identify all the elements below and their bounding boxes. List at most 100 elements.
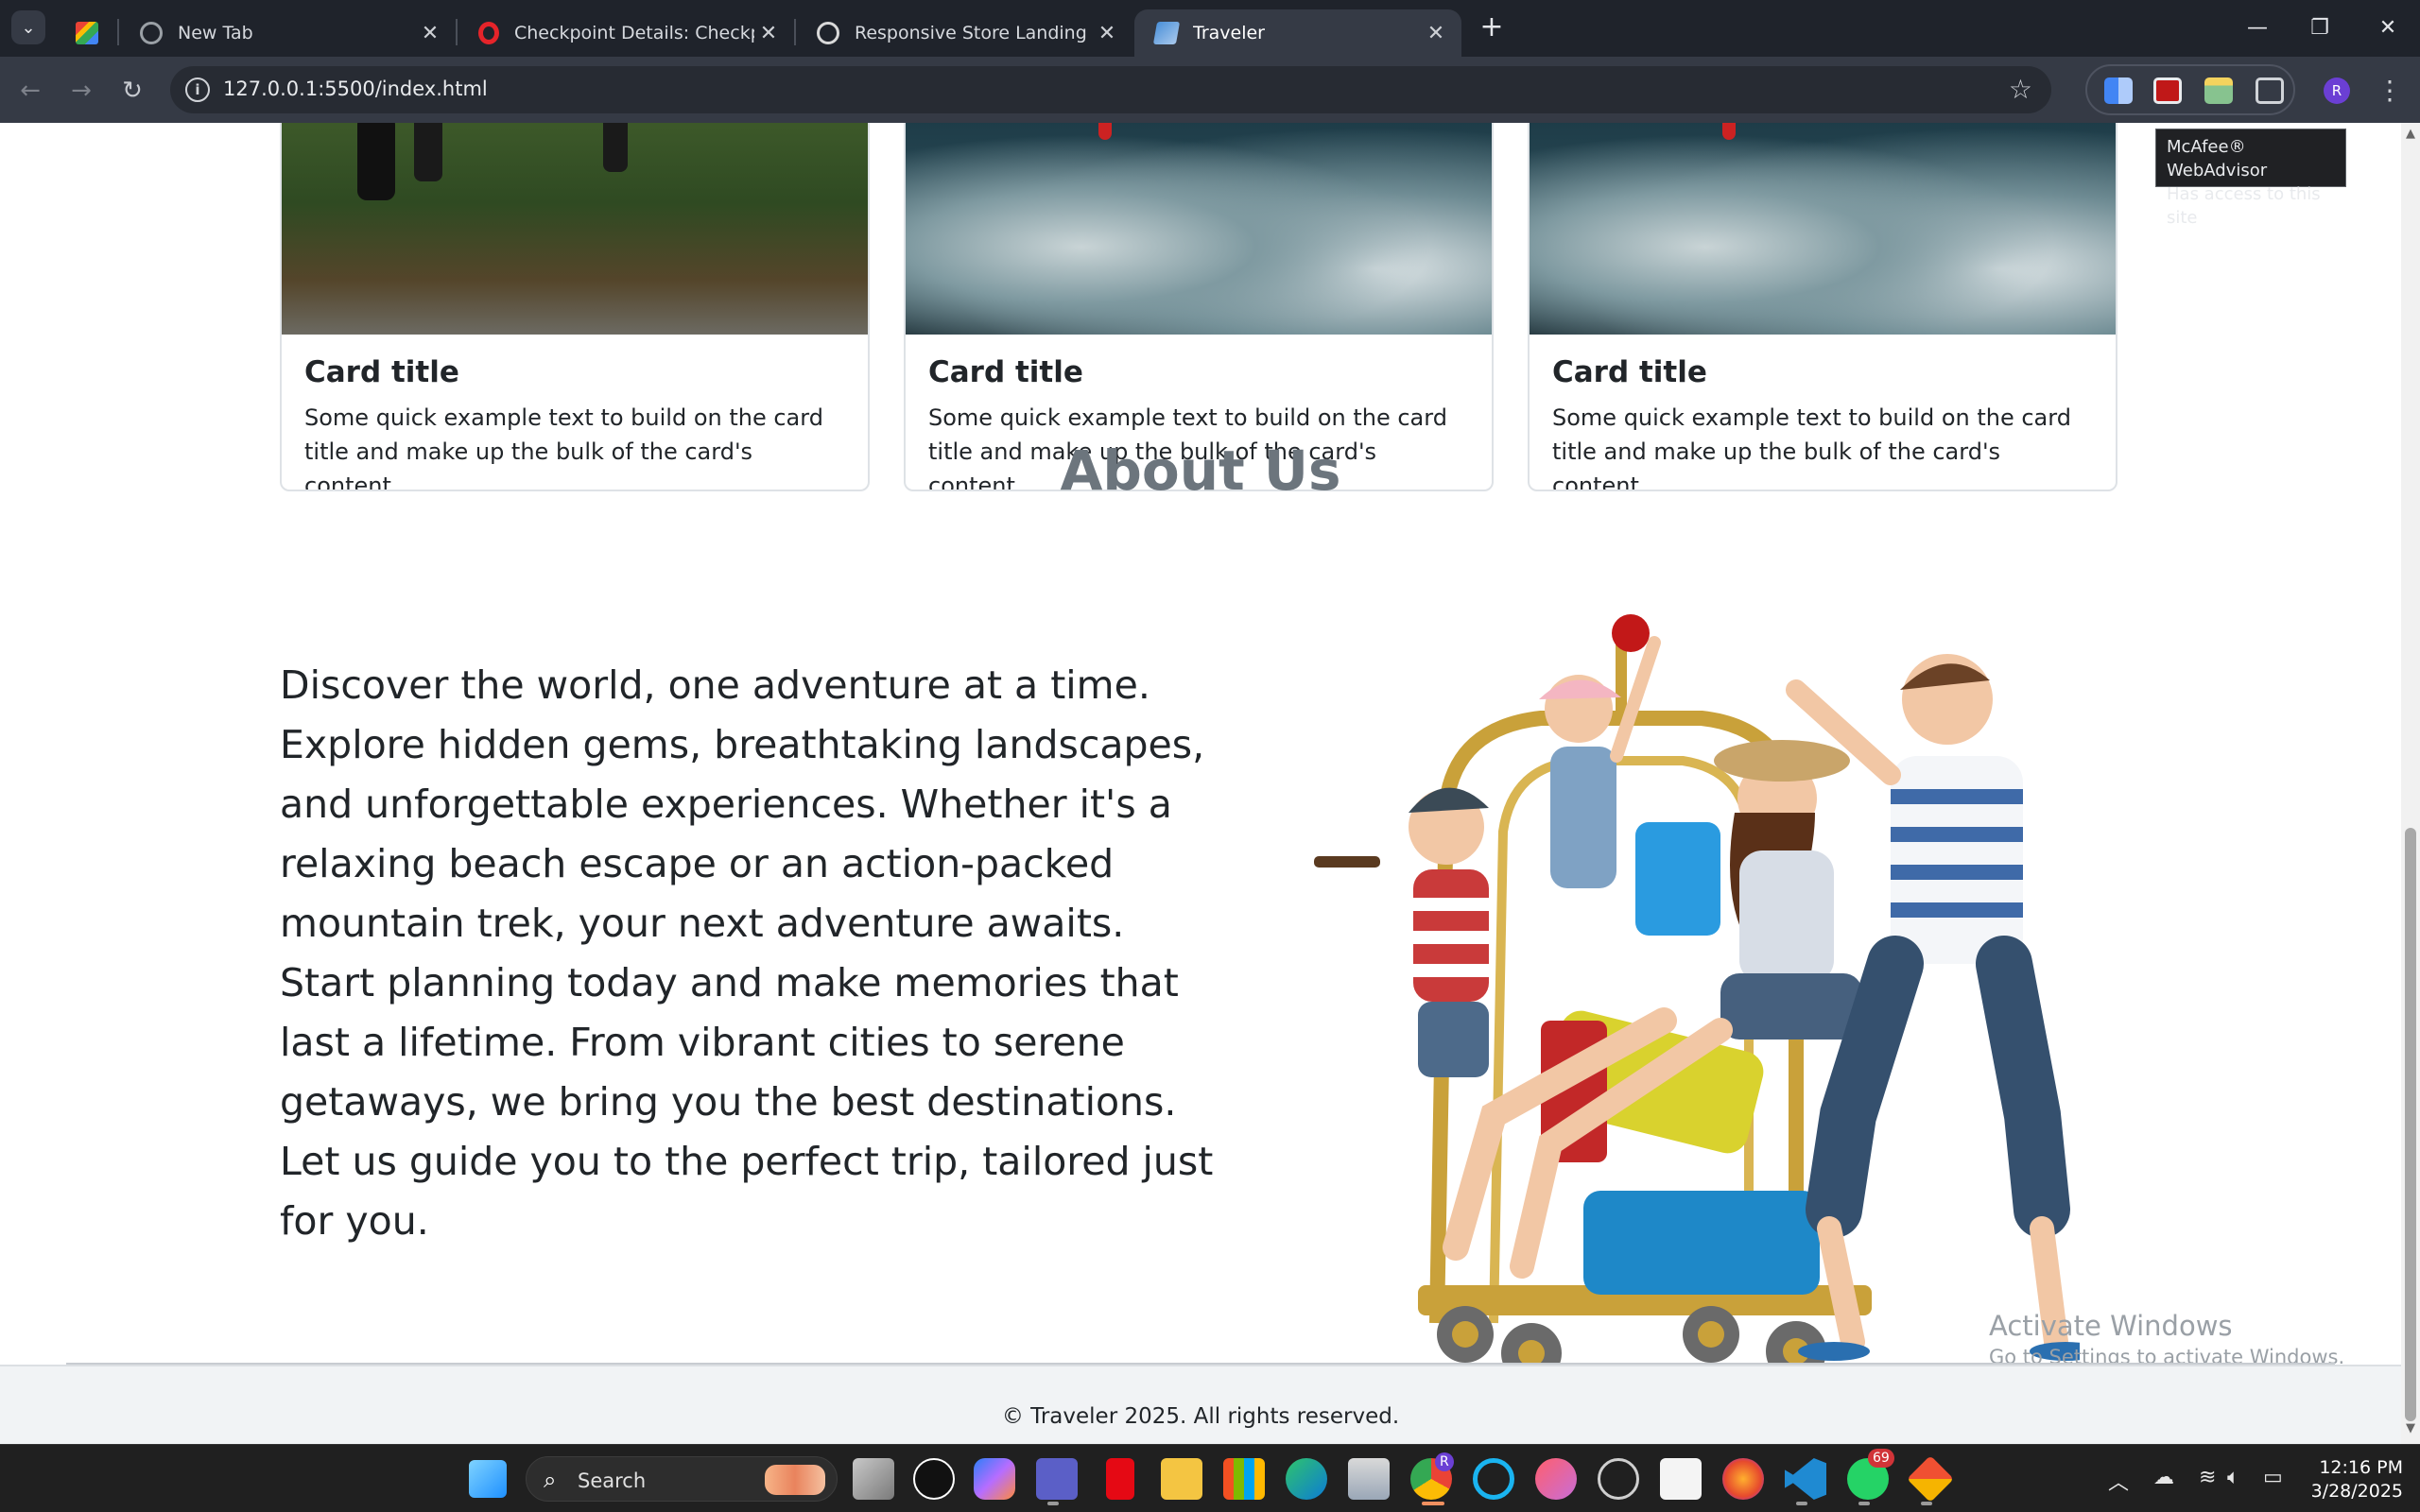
back-button[interactable]: ←: [11, 72, 49, 110]
running-indicator: [1047, 1502, 1059, 1505]
footer-copyright: © Traveler 2025. All rights reserved.: [1001, 1404, 1400, 1429]
running-indicator: [1858, 1502, 1870, 1505]
card-image-mountain: [1530, 123, 2116, 335]
card-title: Card title: [304, 355, 459, 389]
scroll-up-arrow-icon[interactable]: ▲: [2401, 127, 2420, 146]
forward-button[interactable]: →: [62, 72, 100, 110]
close-tab-icon[interactable]: ✕: [416, 22, 444, 45]
card: Card title Some quick example text to bu…: [904, 123, 1494, 491]
search-icon: ⌕: [544, 1467, 557, 1493]
profile-avatar[interactable]: R: [2324, 77, 2350, 104]
search-label: Search: [578, 1469, 647, 1492]
card: Card title Some quick example text to bu…: [280, 123, 870, 491]
store-icon[interactable]: [1223, 1458, 1265, 1500]
climber-figure: [1722, 123, 1736, 140]
netflix-icon[interactable]: [1106, 1458, 1134, 1500]
close-tab-icon[interactable]: ✕: [1422, 22, 1450, 45]
reload-button[interactable]: ↻: [113, 72, 151, 110]
page-scrollbar[interactable]: ▲ ▼: [2401, 123, 2420, 1444]
browser-toolbar: ← → ↻ i 127.0.0.1:5500/index.html ☆ R ⋮: [0, 57, 2420, 123]
teams-icon[interactable]: [1036, 1458, 1078, 1500]
extensions-puzzle-icon[interactable]: [2256, 77, 2284, 104]
docs-extension-icon[interactable]: [2104, 77, 2133, 104]
search-highlight-icon: [765, 1465, 825, 1495]
file-explorer-icon[interactable]: [1161, 1458, 1202, 1500]
climber-figure: [1098, 123, 1112, 140]
firefox-icon[interactable]: [1722, 1458, 1764, 1500]
bookmark-star-icon[interactable]: ☆: [2009, 74, 2032, 105]
running-indicator: [1796, 1502, 1807, 1505]
clock-time: 12:16 PM: [2319, 1457, 2403, 1478]
runner-figure: [603, 123, 628, 172]
windows-taskbar: ⌕ Search R 69 ︿ ☁ ≋ 🔈︎ ▭ 12:16 PM 3/28/2…: [0, 1444, 2420, 1512]
tab-traveler[interactable]: Traveler ✕: [1134, 9, 1461, 57]
close-tab-icon[interactable]: ✕: [754, 22, 783, 45]
battery-icon[interactable]: ▭: [2263, 1466, 2283, 1489]
tab-title: Responsive Store Landing Page: [855, 23, 1093, 43]
close-tab-icon[interactable]: ✕: [1093, 22, 1121, 45]
extensions-group: [2085, 64, 2295, 115]
tab-new-tab[interactable]: New Tab ✕: [119, 9, 456, 57]
onedrive-icon[interactable]: ☁: [2153, 1466, 2174, 1489]
close-window-button[interactable]: ✕: [2360, 11, 2416, 45]
itunes-icon[interactable]: [1535, 1458, 1577, 1500]
browser-tab-strip: ⌄ New Tab ✕ Checkpoint Details: Checkpoi…: [0, 0, 2420, 57]
mcafee-tooltip: McAfee® WebAdvisor Has access to this si…: [2155, 129, 2346, 228]
volume-icon[interactable]: 🔈︎: [2227, 1466, 2239, 1489]
card-title: Card title: [1552, 355, 1707, 389]
runner-figure: [357, 123, 395, 200]
running-indicator: [1422, 1502, 1444, 1505]
globe-icon: [140, 22, 163, 44]
footer: © Traveler 2025. All rights reserved.: [0, 1365, 2401, 1444]
tab-checkpoint[interactable]: Checkpoint Details: Checkpoint ✕: [458, 9, 794, 57]
scroll-thumb[interactable]: [2405, 828, 2416, 1421]
running-indicator: [1921, 1502, 1932, 1505]
activate-windows-watermark: Activate Windows Go to Settings to activ…: [1989, 1310, 2344, 1368]
edge-icon[interactable]: [1286, 1458, 1327, 1500]
tab-gmail[interactable]: [57, 9, 117, 57]
start-icon[interactable]: [469, 1460, 507, 1498]
show-hidden-icons-icon[interactable]: ︿: [2108, 1466, 2129, 1496]
family-luggage-cart-image: [1314, 614, 2080, 1383]
notes-extension-icon[interactable]: [2204, 77, 2233, 104]
minimize-button[interactable]: —: [2229, 11, 2286, 45]
map-icon: [1152, 22, 1181, 44]
scroll-down-arrow-icon[interactable]: ▼: [2401, 1421, 2420, 1440]
card: Card title Some quick example text to bu…: [1528, 123, 2118, 491]
tab-search-button[interactable]: ⌄: [11, 10, 45, 44]
chrome-profile-badge: R: [1435, 1452, 1454, 1471]
system-clock[interactable]: 12:16 PM 3/28/2025: [2307, 1456, 2403, 1503]
tab-title: New Tab: [178, 23, 253, 43]
mail-icon[interactable]: [1348, 1458, 1390, 1500]
wifi-icon[interactable]: ≋: [2199, 1466, 2216, 1489]
vscode-icon[interactable]: [1785, 1458, 1826, 1500]
about-paragraph: Discover the world, one adventure at a t…: [280, 662, 1214, 1244]
site-info-icon[interactable]: i: [185, 77, 210, 102]
more-menu-icon[interactable]: ⋮: [2377, 72, 2403, 110]
chatgpt-icon: [817, 22, 839, 44]
mcafee-webadvisor-icon[interactable]: [2153, 77, 2182, 104]
gmail-icon: [76, 22, 98, 44]
card-image-runners: [282, 123, 868, 335]
git-icon[interactable]: [1907, 1455, 1954, 1503]
url-text[interactable]: 127.0.0.1:5500/index.html: [223, 77, 488, 100]
solitaire-icon[interactable]: [1660, 1458, 1702, 1500]
copilot-icon[interactable]: [974, 1458, 1015, 1500]
task-view-icon[interactable]: [853, 1458, 894, 1500]
runner-figure: [414, 123, 442, 181]
upwork-icon[interactable]: [913, 1458, 955, 1500]
clock-date: 3/28/2025: [2310, 1481, 2403, 1502]
tab-title: Traveler: [1193, 23, 1265, 43]
taskbar-search[interactable]: ⌕ Search: [526, 1456, 838, 1502]
about-heading: About Us: [1060, 438, 1341, 503]
new-tab-button[interactable]: +: [1473, 11, 1511, 45]
whatsapp-badge: 69: [1868, 1449, 1894, 1468]
page-viewport: Card title Some quick example text to bu…: [0, 123, 2401, 1444]
tab-responsive-store[interactable]: Responsive Store Landing Page ✕: [796, 9, 1132, 57]
address-bar[interactable]: i 127.0.0.1:5500/index.html ☆: [170, 66, 2051, 113]
restore-button[interactable]: ❐: [2291, 11, 2348, 45]
dell-icon[interactable]: [1598, 1458, 1639, 1500]
card-title: Card title: [928, 355, 1083, 389]
cortana-icon[interactable]: [1473, 1458, 1514, 1500]
watermark-title: Activate Windows: [1989, 1310, 2233, 1342]
